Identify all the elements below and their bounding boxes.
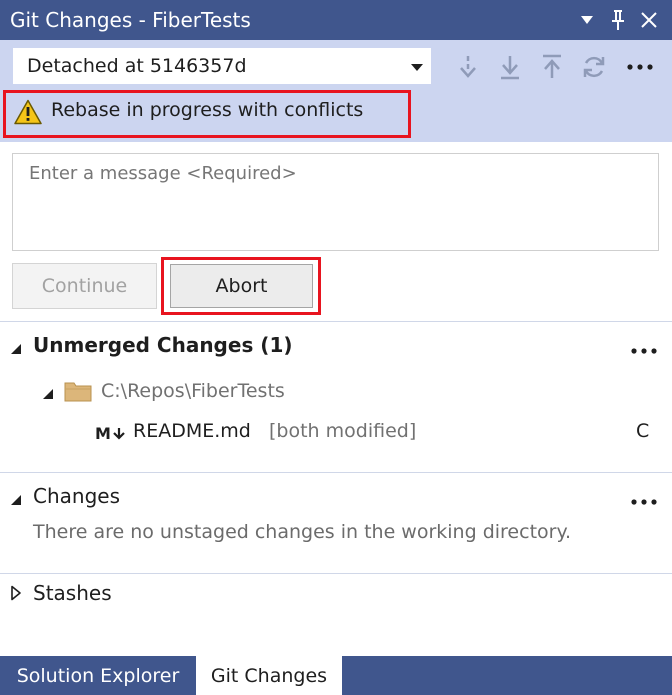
pin-icon[interactable] bbox=[605, 6, 631, 34]
abort-button[interactable]: Abort bbox=[170, 264, 313, 308]
unmerged-expand-icon[interactable] bbox=[10, 340, 22, 359]
more-options-icon[interactable] bbox=[624, 50, 656, 84]
more-options-icon[interactable] bbox=[630, 491, 658, 510]
file-status-badge: C bbox=[636, 420, 650, 442]
commit-message-input[interactable] bbox=[12, 153, 659, 251]
more-options-icon[interactable] bbox=[630, 340, 658, 359]
continue-button[interactable]: Continue bbox=[12, 263, 157, 309]
stashes-expand-icon[interactable] bbox=[10, 585, 22, 605]
svg-text:M: M bbox=[95, 424, 111, 442]
markdown-file-icon: M bbox=[95, 424, 129, 446]
unmerged-changes-title[interactable]: Unmerged Changes (1) bbox=[33, 333, 293, 357]
section-divider bbox=[0, 573, 672, 574]
folder-expand-icon[interactable] bbox=[42, 385, 54, 404]
fetch-icon[interactable] bbox=[452, 50, 484, 84]
branch-dropdown[interactable]: Detached at 5146357d bbox=[12, 47, 432, 85]
window-title: Git Changes - FiberTests bbox=[10, 8, 251, 32]
warning-icon bbox=[14, 99, 42, 125]
branch-label: Detached at 5146357d bbox=[27, 55, 247, 77]
folder-path[interactable]: C:\Repos\FiberTests bbox=[101, 380, 285, 402]
folder-icon bbox=[64, 380, 92, 406]
section-divider bbox=[0, 321, 672, 322]
file-detail: [both modified] bbox=[269, 420, 417, 442]
section-divider bbox=[0, 472, 672, 473]
tab-git-changes[interactable]: Git Changes bbox=[196, 656, 342, 695]
pull-icon[interactable] bbox=[494, 50, 526, 84]
changes-title[interactable]: Changes bbox=[33, 484, 120, 508]
stashes-title[interactable]: Stashes bbox=[33, 581, 112, 605]
sync-icon[interactable] bbox=[578, 50, 610, 84]
tab-solution-explorer[interactable]: Solution Explorer bbox=[0, 656, 196, 695]
rebase-status-text: Rebase in progress with conflicts bbox=[51, 99, 364, 121]
changes-empty-text: There are no unstaged changes in the wor… bbox=[33, 521, 572, 543]
push-icon[interactable] bbox=[536, 50, 568, 84]
changes-expand-icon[interactable] bbox=[10, 491, 22, 510]
file-name[interactable]: README.md bbox=[133, 420, 251, 442]
close-icon[interactable] bbox=[636, 6, 662, 34]
chevron-down-icon bbox=[411, 64, 423, 71]
window-position-dropdown-icon[interactable] bbox=[574, 6, 600, 34]
